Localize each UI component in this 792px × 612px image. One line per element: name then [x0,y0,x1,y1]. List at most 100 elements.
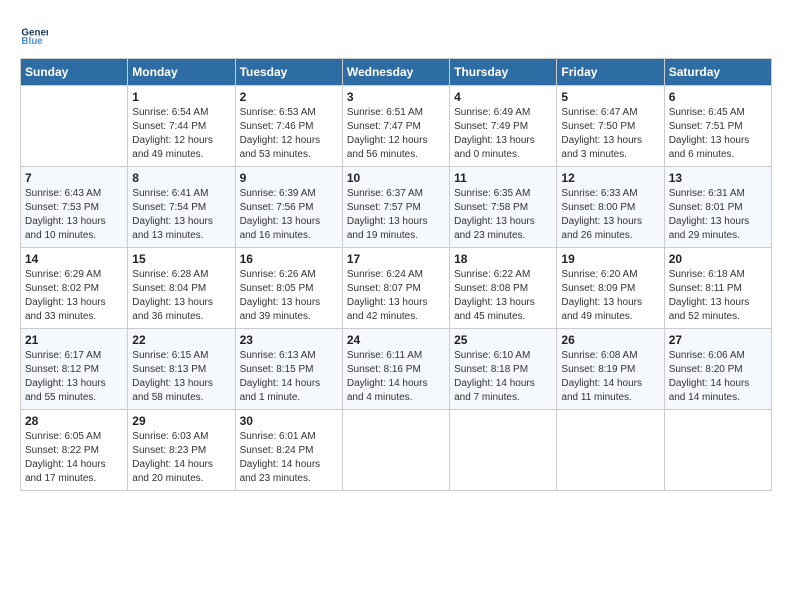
weekday-header: Friday [557,59,664,86]
day-number: 30 [240,414,338,428]
day-number: 2 [240,90,338,104]
day-number: 22 [132,333,230,347]
day-info: Sunrise: 6:49 AM Sunset: 7:49 PM Dayligh… [454,106,552,162]
day-info: Sunrise: 6:28 AM Sunset: 8:04 PM Dayligh… [132,268,230,324]
calendar-cell: 22 Sunrise: 6:15 AM Sunset: 8:13 PM Dayli… [128,329,235,410]
day-number: 8 [132,171,230,185]
day-number: 25 [454,333,552,347]
day-info: Sunrise: 6:37 AM Sunset: 7:57 PM Dayligh… [347,187,445,243]
day-number: 27 [669,333,767,347]
day-number: 24 [347,333,445,347]
calendar-cell: 26 Sunrise: 6:08 AM Sunset: 8:19 PM Dayli… [557,329,664,410]
day-number: 14 [25,252,123,266]
calendar-cell [664,410,771,491]
day-number: 16 [240,252,338,266]
day-info: Sunrise: 6:54 AM Sunset: 7:44 PM Dayligh… [132,106,230,162]
day-number: 9 [240,171,338,185]
calendar-week-row: 14Sunrise: 6:29 AM Sunset: 8:02 PM Dayli… [21,248,772,329]
calendar-cell: 21 Sunrise: 6:17 AM Sunset: 8:12 PM Dayli… [21,329,128,410]
logo-icon: General Blue [20,20,48,48]
calendar-cell: 19Sunrise: 6:20 AM Sunset: 8:09 PM Dayli… [557,248,664,329]
day-info: Sunrise: 6:11 AM Sunset: 8:16 PM Dayligh… [347,349,445,405]
calendar-cell: 6Sunrise: 6:45 AM Sunset: 7:51 PM Daylig… [664,86,771,167]
day-number: 5 [561,90,659,104]
calendar-cell: 24 Sunrise: 6:11 AM Sunset: 8:16 PM Dayli… [342,329,449,410]
calendar-cell: 17 Sunrise: 6:24 AM Sunset: 8:07 PM Dayli… [342,248,449,329]
day-info: Sunrise: 6:24 AM Sunset: 8:07 PM Dayligh… [347,268,445,324]
calendar-cell: 1Sunrise: 6:54 AM Sunset: 7:44 PM Daylig… [128,86,235,167]
day-info: Sunrise: 6:06 AM Sunset: 8:20 PM Dayligh… [669,349,767,405]
day-number: 12 [561,171,659,185]
day-info: Sunrise: 6:31 AM Sunset: 8:01 PM Dayligh… [669,187,767,243]
day-number: 21 [25,333,123,347]
calendar-cell [450,410,557,491]
day-info: Sunrise: 6:18 AM Sunset: 8:11 PM Dayligh… [669,268,767,324]
day-info: Sunrise: 6:15 AM Sunset: 8:13 PM Dayligh… [132,349,230,405]
day-info: Sunrise: 6:51 AM Sunset: 7:47 PM Dayligh… [347,106,445,162]
page-header: General Blue [20,20,772,48]
weekday-header: Sunday [21,59,128,86]
day-info: Sunrise: 6:43 AM Sunset: 7:53 PM Dayligh… [25,187,123,243]
day-info: Sunrise: 6:17 AM Sunset: 8:12 PM Dayligh… [25,349,123,405]
weekday-header: Monday [128,59,235,86]
day-number: 11 [454,171,552,185]
calendar-cell: 18 Sunrise: 6:22 AM Sunset: 8:08 PM Dayli… [450,248,557,329]
calendar-cell: 28 Sunrise: 6:05 AM Sunset: 8:22 PM Dayli… [21,410,128,491]
calendar-cell [342,410,449,491]
day-info: Sunrise: 6:05 AM Sunset: 8:22 PM Dayligh… [25,430,123,486]
svg-text:Blue: Blue [21,36,43,47]
calendar-table: SundayMondayTuesdayWednesdayThursdayFrid… [20,58,772,491]
day-number: 29 [132,414,230,428]
calendar-cell: 12 Sunrise: 6:33 AM Sunset: 8:00 PM Dayli… [557,167,664,248]
day-number: 17 [347,252,445,266]
calendar-cell: 8Sunrise: 6:41 AM Sunset: 7:54 PM Daylig… [128,167,235,248]
day-number: 20 [669,252,767,266]
calendar-cell: 7 Sunrise: 6:43 AM Sunset: 7:53 PM Daylig… [21,167,128,248]
day-info: Sunrise: 6:01 AM Sunset: 8:24 PM Dayligh… [240,430,338,486]
day-number: 23 [240,333,338,347]
weekday-header: Saturday [664,59,771,86]
calendar-cell: 25 Sunrise: 6:10 AM Sunset: 8:18 PM Dayli… [450,329,557,410]
day-info: Sunrise: 6:13 AM Sunset: 8:15 PM Dayligh… [240,349,338,405]
day-info: Sunrise: 6:22 AM Sunset: 8:08 PM Dayligh… [454,268,552,324]
calendar-header-row: SundayMondayTuesdayWednesdayThursdayFrid… [21,59,772,86]
calendar-week-row: 1Sunrise: 6:54 AM Sunset: 7:44 PM Daylig… [21,86,772,167]
day-number: 18 [454,252,552,266]
day-info: Sunrise: 6:45 AM Sunset: 7:51 PM Dayligh… [669,106,767,162]
calendar-cell: 9Sunrise: 6:39 AM Sunset: 7:56 PM Daylig… [235,167,342,248]
day-number: 19 [561,252,659,266]
day-info: Sunrise: 6:08 AM Sunset: 8:19 PM Dayligh… [561,349,659,405]
calendar-cell: 4 Sunrise: 6:49 AM Sunset: 7:49 PM Daylig… [450,86,557,167]
logo: General Blue [20,20,52,48]
day-info: Sunrise: 6:35 AM Sunset: 7:58 PM Dayligh… [454,187,552,243]
day-number: 26 [561,333,659,347]
calendar-cell: 3 Sunrise: 6:51 AM Sunset: 7:47 PM Daylig… [342,86,449,167]
weekday-header: Thursday [450,59,557,86]
day-number: 28 [25,414,123,428]
day-info: Sunrise: 6:33 AM Sunset: 8:00 PM Dayligh… [561,187,659,243]
day-info: Sunrise: 6:10 AM Sunset: 8:18 PM Dayligh… [454,349,552,405]
calendar-cell: 16 Sunrise: 6:26 AM Sunset: 8:05 PM Dayli… [235,248,342,329]
day-number: 4 [454,90,552,104]
day-info: Sunrise: 6:26 AM Sunset: 8:05 PM Dayligh… [240,268,338,324]
calendar-cell: 2 Sunrise: 6:53 AM Sunset: 7:46 PM Daylig… [235,86,342,167]
calendar-cell: 13 Sunrise: 6:31 AM Sunset: 8:01 PM Dayli… [664,167,771,248]
calendar-cell: 20 Sunrise: 6:18 AM Sunset: 8:11 PM Dayli… [664,248,771,329]
calendar-cell: 14Sunrise: 6:29 AM Sunset: 8:02 PM Dayli… [21,248,128,329]
weekday-header: Tuesday [235,59,342,86]
calendar-cell [557,410,664,491]
day-number: 3 [347,90,445,104]
weekday-header: Wednesday [342,59,449,86]
calendar-cell: 15 Sunrise: 6:28 AM Sunset: 8:04 PM Dayli… [128,248,235,329]
calendar-cell: 30 Sunrise: 6:01 AM Sunset: 8:24 PM Dayli… [235,410,342,491]
day-number: 10 [347,171,445,185]
day-number: 13 [669,171,767,185]
day-number: 15 [132,252,230,266]
calendar-cell: 27 Sunrise: 6:06 AM Sunset: 8:20 PM Dayli… [664,329,771,410]
day-number: 7 [25,171,123,185]
calendar-week-row: 28 Sunrise: 6:05 AM Sunset: 8:22 PM Dayli… [21,410,772,491]
day-info: Sunrise: 6:47 AM Sunset: 7:50 PM Dayligh… [561,106,659,162]
day-info: Sunrise: 6:53 AM Sunset: 7:46 PM Dayligh… [240,106,338,162]
calendar-cell: 5 Sunrise: 6:47 AM Sunset: 7:50 PM Daylig… [557,86,664,167]
calendar-week-row: 7 Sunrise: 6:43 AM Sunset: 7:53 PM Daylig… [21,167,772,248]
